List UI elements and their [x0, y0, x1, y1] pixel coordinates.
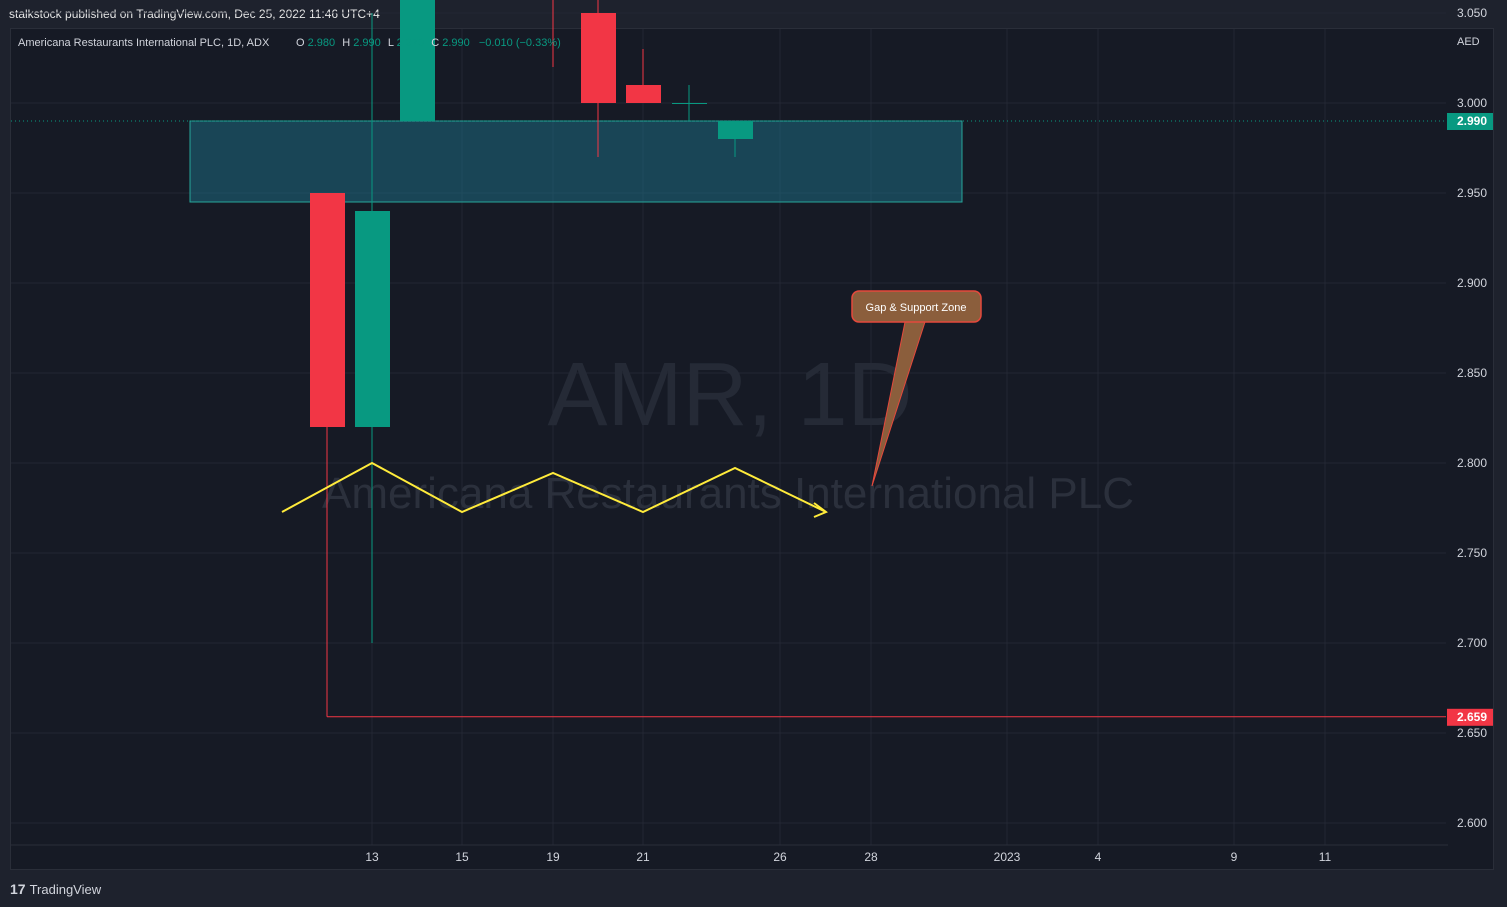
- time-tick-label: 4: [1095, 850, 1102, 864]
- candle: [672, 85, 707, 121]
- candle-body: [400, 0, 435, 121]
- tradingview-logo-icon: 17: [10, 881, 26, 897]
- time-tick-label: 2023: [994, 850, 1021, 864]
- time-tick-label: 28: [864, 850, 878, 864]
- price-tick-label: 2.900: [1457, 276, 1487, 290]
- legend-low: 2.970: [397, 37, 425, 49]
- callout-text: Gap & Support Zone: [866, 302, 967, 314]
- watermark-name: Americana Restaurants International PLC: [322, 469, 1134, 518]
- price-tick-label: 3.050: [1457, 6, 1487, 20]
- candle-body: [310, 193, 345, 427]
- legend: Americana Restaurants International PLC,…: [18, 37, 561, 49]
- legend-open: 2.980: [308, 37, 336, 49]
- last-price-badge-label: 2.990: [1457, 114, 1487, 128]
- legend-symbol: Americana Restaurants International PLC,…: [18, 37, 270, 49]
- candle: [552, 0, 554, 67]
- candle: [355, 13, 390, 643]
- support-zone[interactable]: [189, 120, 963, 203]
- price-axis: 3.4503.4003.3503.3003.2503.2003.1503.100…: [1447, 6, 1493, 830]
- legend-open-key: O: [296, 37, 305, 49]
- candle-body: [718, 121, 753, 139]
- time-axis: 13 15 19 21 26 28 2023 4 9 11: [365, 850, 1331, 864]
- time-tick-label: 13: [365, 850, 379, 864]
- brand-name: TradingView: [29, 881, 102, 897]
- candle: [400, 0, 435, 121]
- candle-body: [626, 85, 661, 103]
- legend-close-key: C: [431, 37, 439, 49]
- candle: [310, 193, 345, 717]
- legend-high-key: H: [342, 37, 350, 49]
- price-tick-label: 2.700: [1457, 636, 1487, 650]
- price-tick-label: 2.650: [1457, 726, 1487, 740]
- watermark-ticker: AMR, 1D: [547, 345, 912, 445]
- time-tick-label: 15: [455, 850, 469, 864]
- level-badge-low-label: 2.659: [1457, 710, 1487, 724]
- time-tick-label: 11: [1319, 850, 1332, 864]
- price-tick-label: 2.750: [1457, 546, 1487, 560]
- price-chart[interactable]: AMR, 1D Americana Restaurants Internatio…: [0, 0, 1507, 907]
- price-tick-label: 2.800: [1457, 456, 1487, 470]
- candle-body: [672, 103, 707, 104]
- footer: 17 TradingView: [0, 870, 1507, 907]
- price-tick-label: 2.600: [1457, 816, 1487, 830]
- time-tick-label: 19: [546, 850, 560, 864]
- candle-body: [355, 211, 390, 427]
- price-tick-label: 3.000: [1457, 96, 1487, 110]
- tradingview-brand[interactable]: 17 TradingView: [10, 881, 101, 897]
- price-tick-label: 2.950: [1457, 186, 1487, 200]
- time-tick-label: 21: [636, 850, 650, 864]
- legend-close: 2.990: [442, 37, 470, 49]
- legend-low-key: L: [388, 37, 394, 49]
- candle: [626, 49, 661, 103]
- legend-change: −0.010 (−0.33%): [479, 37, 561, 49]
- price-tick-label: 2.850: [1457, 366, 1487, 380]
- time-tick-label: 9: [1231, 850, 1238, 864]
- candle-body: [581, 13, 616, 103]
- legend-high: 2.990: [353, 37, 381, 49]
- currency-label: AED: [1457, 36, 1480, 48]
- time-tick-label: 26: [773, 850, 787, 864]
